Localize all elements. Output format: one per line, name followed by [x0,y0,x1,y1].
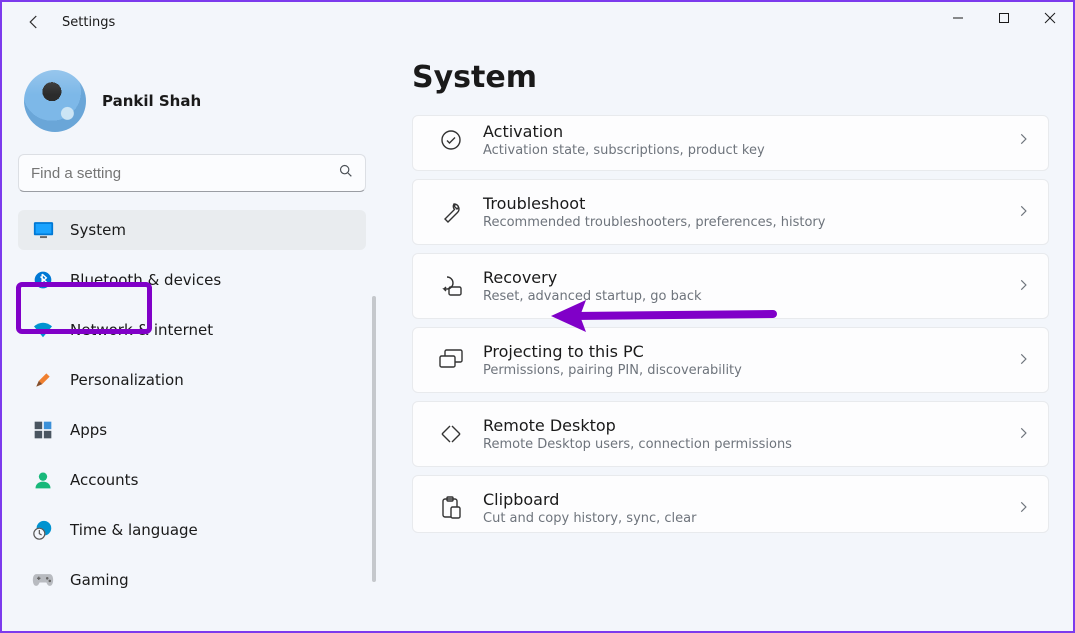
gamepad-icon [32,569,54,591]
maximize-icon [998,12,1010,24]
back-button[interactable] [20,8,48,36]
window-controls [935,2,1073,34]
card-subtitle: Activation state, subscriptions, product… [483,143,1016,158]
card-title: Projecting to this PC [483,342,1016,361]
sidebar-item-label: Time & language [70,521,198,539]
card-title: Activation [483,122,1016,141]
sidebar-item-accounts[interactable]: Accounts [18,460,366,500]
avatar [24,70,86,132]
search [18,154,366,192]
checkmark-circle-icon [431,128,471,152]
card-title: Remote Desktop [483,416,1016,435]
sidebar-item-label: System [70,221,126,239]
maximize-button[interactable] [981,2,1027,34]
sidebar-item-gaming[interactable]: Gaming [18,560,366,600]
sidebar-item-label: Accounts [70,471,138,489]
bluetooth-icon [32,269,54,291]
content-pane: System Activation Activation state, subs… [382,42,1073,631]
apps-icon [32,419,54,441]
card-subtitle: Recommended troubleshooters, preferences… [483,215,1016,230]
recovery-icon [431,274,471,298]
sidebar-item-apps[interactable]: Apps [18,410,366,450]
person-icon [32,469,54,491]
minimize-button[interactable] [935,2,981,34]
card-remote-desktop[interactable]: Remote Desktop Remote Desktop users, con… [412,401,1049,467]
card-title: Recovery [483,268,1016,287]
card-projecting[interactable]: Projecting to this PC Permissions, pairi… [412,327,1049,393]
sidebar-item-label: Personalization [70,371,184,389]
search-input[interactable] [18,154,366,192]
sidebar-item-system[interactable]: System [18,210,366,250]
card-subtitle: Permissions, pairing PIN, discoverabilit… [483,363,1016,378]
paintbrush-icon [32,369,54,391]
page-title: System [412,60,1049,95]
arrow-left-icon [25,13,43,31]
sidebar-item-personalization[interactable]: Personalization [18,360,366,400]
sidebar-item-time-language[interactable]: Time & language [18,510,366,550]
projecting-icon [431,349,471,371]
profile[interactable]: Pankil Shah [18,60,366,154]
chevron-right-icon [1016,203,1030,222]
card-recovery[interactable]: Recovery Reset, advanced startup, go bac… [412,253,1049,319]
card-subtitle: Cut and copy history, sync, clear [483,511,1016,526]
wifi-icon [32,319,54,341]
sidebar: Pankil Shah System [2,42,382,631]
card-title: Troubleshoot [483,194,1016,213]
sidebar-scrollbar[interactable] [372,296,376,582]
chevron-right-icon [1016,131,1030,150]
sidebar-item-label: Bluetooth & devices [70,271,221,289]
titlebar: Settings [2,2,1073,42]
settings-window: Settings Pankil Shah [0,0,1075,633]
username: Pankil Shah [102,92,201,110]
close-button[interactable] [1027,2,1073,34]
sidebar-item-label: Apps [70,421,107,439]
card-subtitle: Remote Desktop users, connection permiss… [483,437,1016,452]
globe-clock-icon [32,519,54,541]
card-clipboard[interactable]: Clipboard Cut and copy history, sync, cl… [412,475,1049,533]
remote-desktop-icon [431,423,471,445]
sidebar-item-label: Network & internet [70,321,213,339]
display-icon [32,219,54,241]
sidebar-item-network[interactable]: Network & internet [18,310,366,350]
wrench-icon [431,200,471,224]
card-troubleshoot[interactable]: Troubleshoot Recommended troubleshooters… [412,179,1049,245]
nav: System Bluetooth & devices Network & int… [18,210,366,610]
settings-cards: Activation Activation state, subscriptio… [412,115,1049,533]
chevron-right-icon [1016,277,1030,296]
close-icon [1044,12,1056,24]
chevron-right-icon [1016,351,1030,370]
chevron-right-icon [1016,499,1030,518]
minimize-icon [952,12,964,24]
chevron-right-icon [1016,425,1030,444]
clipboard-icon [431,496,471,520]
app-title: Settings [62,15,115,30]
sidebar-item-bluetooth[interactable]: Bluetooth & devices [18,260,366,300]
card-title: Clipboard [483,490,1016,509]
card-subtitle: Reset, advanced startup, go back [483,289,1016,304]
card-activation[interactable]: Activation Activation state, subscriptio… [412,115,1049,171]
sidebar-item-label: Gaming [70,571,129,589]
